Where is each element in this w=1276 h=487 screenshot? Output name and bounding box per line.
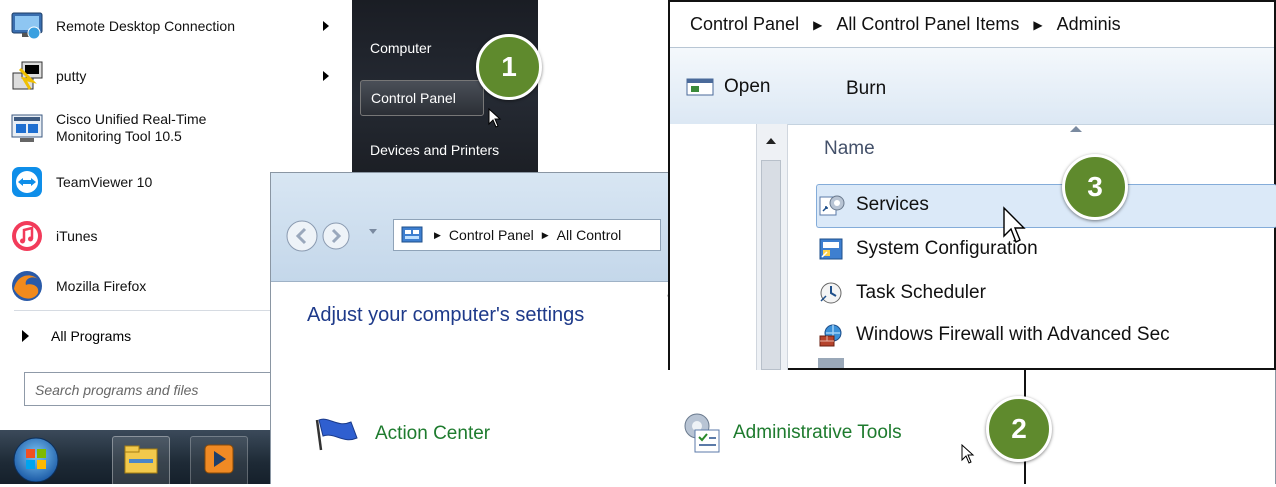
step-badge-1: 1 bbox=[476, 34, 542, 100]
sort-ascending-icon bbox=[1070, 126, 1082, 132]
itunes-icon bbox=[8, 217, 46, 255]
breadcrumb-administrative[interactable]: Adminis bbox=[1057, 14, 1121, 35]
firefox-icon bbox=[8, 267, 46, 305]
expand-arrow-icon bbox=[22, 330, 29, 342]
breadcrumb-all-control[interactable]: All Control bbox=[557, 227, 622, 243]
monitor-icon bbox=[8, 109, 46, 147]
mouse-cursor-icon bbox=[488, 108, 502, 128]
partial-row bbox=[818, 358, 1274, 368]
action-center-link[interactable]: Action Center bbox=[311, 414, 490, 454]
mouse-cursor-icon bbox=[1003, 206, 1026, 243]
right-pane-devices-printers[interactable]: Devices and Printers bbox=[370, 142, 499, 158]
program-label: Cisco Unified Real-Time Monitoring Tool … bbox=[56, 111, 207, 144]
submenu-arrow-icon bbox=[323, 71, 329, 81]
program-putty[interactable]: putty bbox=[8, 54, 343, 98]
program-label: TeamViewer 10 bbox=[56, 173, 153, 190]
flag-icon bbox=[315, 418, 358, 451]
step-badge-2: 2 bbox=[986, 396, 1052, 462]
row-label: Windows Firewall with Advanced Sec bbox=[856, 324, 1170, 345]
firewall-icon bbox=[819, 324, 842, 347]
mouse-cursor-icon bbox=[961, 444, 975, 464]
open-button[interactable]: Open bbox=[686, 76, 770, 98]
administrative-tools-icon bbox=[684, 413, 720, 453]
control-panel-label: Control Panel bbox=[371, 90, 456, 106]
teamviewer-icon bbox=[8, 163, 46, 201]
step-badge-3: 3 bbox=[1062, 154, 1128, 220]
search-input[interactable]: Search programs and files bbox=[24, 372, 276, 406]
all-programs-label: All Programs bbox=[51, 328, 132, 344]
admin-toolbar: Open Burn bbox=[670, 48, 1274, 125]
program-cisco-rtmt[interactable]: Cisco Unified Real-Time Monitoring Tool … bbox=[8, 106, 343, 150]
breadcrumb-separator-icon: ▶ bbox=[541, 229, 549, 240]
breadcrumb-separator-icon: ▶ bbox=[434, 229, 441, 240]
administrative-tools-link[interactable]: Administrative Tools bbox=[679, 410, 902, 456]
navigation-scrollbar[interactable] bbox=[756, 124, 788, 370]
putty-icon bbox=[8, 57, 46, 95]
open-label: Open bbox=[724, 76, 771, 97]
row-windows-firewall[interactable]: Windows Firewall with Advanced Sec bbox=[818, 318, 1170, 352]
scrollbar-thumb[interactable] bbox=[761, 160, 781, 370]
address-bar[interactable]: ▶ Control Panel ▶ All Control bbox=[393, 219, 661, 251]
program-label: iTunes bbox=[56, 227, 98, 244]
burn-button[interactable]: Burn bbox=[846, 78, 886, 100]
breadcrumb-separator-icon: ▶ bbox=[1033, 17, 1043, 32]
column-header-name[interactable]: Name bbox=[824, 138, 875, 160]
row-label: Services bbox=[856, 194, 929, 215]
breadcrumb-control-panel[interactable]: Control Panel bbox=[449, 227, 534, 243]
row-label: Task Scheduler bbox=[856, 282, 986, 303]
row-services[interactable]: Services bbox=[818, 188, 929, 222]
windows-start-icon[interactable] bbox=[8, 434, 64, 487]
recent-pages-chevron-icon[interactable] bbox=[369, 229, 377, 234]
program-label: putty bbox=[56, 67, 87, 84]
admin-address-bar[interactable]: Control Panel ▶ All Control Panel Items … bbox=[670, 2, 1274, 48]
taskbar-media-button[interactable] bbox=[190, 436, 248, 486]
row-task-scheduler[interactable]: Task Scheduler bbox=[818, 276, 986, 310]
folder-icon bbox=[124, 445, 158, 474]
administrative-tools-window: Control Panel ▶ All Control Panel Items … bbox=[668, 0, 1276, 370]
breadcrumb-control-panel[interactable]: Control Panel bbox=[690, 14, 799, 35]
services-icon bbox=[819, 195, 845, 216]
task-scheduler-icon bbox=[820, 282, 842, 304]
forward-button[interactable] bbox=[321, 221, 351, 256]
open-window-icon bbox=[686, 78, 714, 96]
program-remote-desktop[interactable]: Remote Desktop Connection bbox=[8, 4, 343, 48]
breadcrumb-separator-icon: ▶ bbox=[813, 17, 823, 32]
action-center-label: Action Center bbox=[375, 423, 491, 444]
back-button[interactable] bbox=[285, 219, 319, 258]
right-pane-computer[interactable]: Computer bbox=[370, 40, 431, 56]
right-pane-control-panel[interactable]: Control Panel bbox=[360, 80, 484, 116]
submenu-arrow-icon bbox=[323, 21, 329, 31]
system-configuration-icon bbox=[819, 238, 843, 260]
administrative-tools-label: Administrative Tools bbox=[733, 422, 902, 443]
page-heading: Adjust your computer's settings bbox=[307, 304, 585, 326]
scroll-up-arrow-icon[interactable] bbox=[766, 138, 776, 144]
media-player-icon bbox=[204, 444, 234, 474]
program-label: Mozilla Firefox bbox=[56, 277, 147, 294]
remote-desktop-icon bbox=[8, 7, 46, 45]
program-label: Remote Desktop Connection bbox=[56, 17, 235, 34]
taskbar-explorer-button[interactable] bbox=[112, 436, 170, 486]
breadcrumb-all-items[interactable]: All Control Panel Items bbox=[836, 14, 1019, 35]
control-panel-icon bbox=[401, 226, 423, 243]
